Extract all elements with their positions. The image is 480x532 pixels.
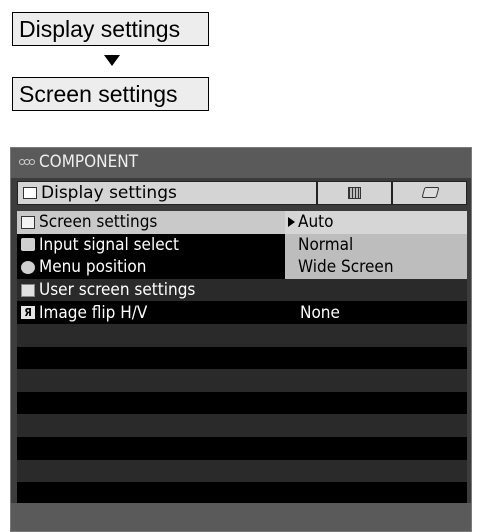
empty-row xyxy=(17,323,467,347)
screen-settings-options[interactable]: Auto Normal Wide Screen xyxy=(285,211,467,279)
menu-item-label: User screen settings xyxy=(39,280,196,301)
menu-tabs: Display settings xyxy=(17,181,467,205)
install-settings-icon xyxy=(421,187,440,198)
option-auto[interactable]: Auto xyxy=(285,211,467,234)
option-wide-screen[interactable]: Wide Screen xyxy=(285,256,467,279)
image-adjust-icon xyxy=(348,187,361,199)
empty-row xyxy=(17,482,467,505)
option-label: Auto xyxy=(298,212,334,232)
tab-display-settings-label: Display settings xyxy=(41,183,177,203)
menu-position-icon xyxy=(21,260,35,274)
empty-row xyxy=(17,346,467,370)
screen-icon xyxy=(21,215,35,229)
plug-icon xyxy=(21,238,35,252)
osd-bottom-bar xyxy=(11,503,471,531)
option-normal[interactable]: Normal xyxy=(285,234,467,257)
option-label: Normal xyxy=(298,234,354,255)
empty-row xyxy=(17,369,467,392)
breadcrumb-display-settings[interactable]: Display settings xyxy=(12,12,209,46)
input-source-label: COMPONENT xyxy=(39,152,139,172)
empty-row xyxy=(17,414,467,437)
menu-item-user-screen-settings[interactable]: User screen settings xyxy=(17,278,467,302)
breadcrumb-parent-label: Display settings xyxy=(19,16,181,42)
component-icon xyxy=(19,159,35,165)
menu-item-label: Image flip H/V xyxy=(39,302,148,323)
menu-item-image-flip[interactable]: Я Image flip H/V None xyxy=(17,301,467,324)
down-arrow-icon xyxy=(104,55,120,66)
display-icon xyxy=(23,187,37,199)
image-flip-value: None xyxy=(300,302,340,323)
tab-install-settings[interactable] xyxy=(392,181,467,205)
tab-display-settings[interactable]: Display settings xyxy=(17,181,317,205)
empty-row xyxy=(17,391,467,415)
input-source-indicator: COMPONENT xyxy=(19,152,138,172)
breadcrumb-screen-settings[interactable]: Screen settings xyxy=(12,77,209,111)
option-label: Wide Screen xyxy=(298,257,394,278)
flip-icon: Я xyxy=(21,306,35,320)
osd-menu-panel: COMPONENT Display settings Screen settin… xyxy=(10,147,472,532)
breadcrumb-current-label: Screen settings xyxy=(19,81,178,107)
empty-row xyxy=(17,436,467,460)
selection-arrow-icon xyxy=(288,217,295,227)
tab-image-adjust[interactable] xyxy=(317,181,392,205)
user-screen-icon xyxy=(21,283,35,297)
empty-row xyxy=(17,459,467,483)
